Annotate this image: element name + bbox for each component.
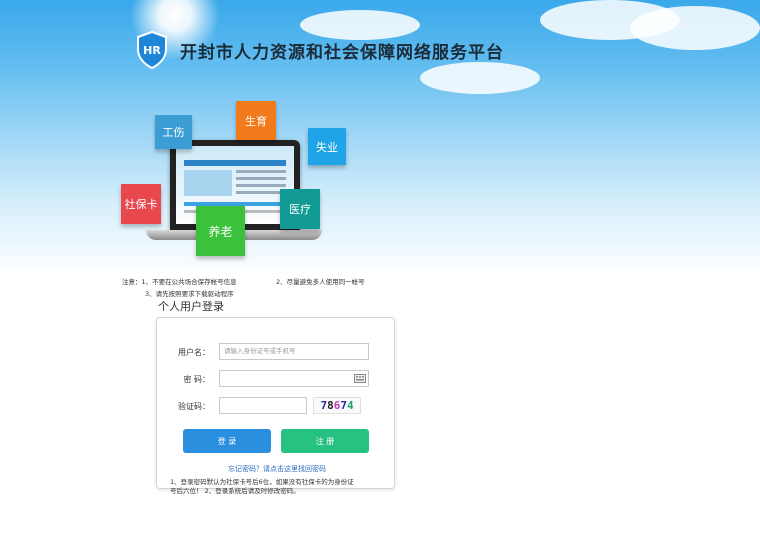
username-input[interactable]: 请输入身份证号或手机号	[219, 343, 369, 360]
captcha-char: 7	[340, 399, 347, 412]
login-tip-line-2: 号后六位！ 2、登录系统后请及时修改密码。	[170, 487, 300, 495]
forgot-password-link[interactable]: 忘记密码？请点击这里找回密码	[228, 464, 326, 474]
login-title: 个人用户登录	[158, 300, 224, 313]
captcha-label: 验证码：	[178, 402, 210, 411]
cloud	[420, 62, 540, 94]
tile-unemployment[interactable]: 失业	[308, 128, 346, 165]
tile-birth[interactable]: 生育	[236, 101, 276, 140]
tile-pension[interactable]: 养老	[196, 206, 245, 256]
tile-social-security-card[interactable]: 社保卡	[121, 184, 161, 224]
login-button[interactable]: 登 录	[183, 429, 271, 453]
tile-injury[interactable]: 工伤	[155, 115, 192, 149]
login-tip: 1、登录密码默认为社保卡号后6位，如果没有社保卡的为身份证 号后六位！ 2、登录…	[170, 478, 380, 496]
logo-text: HR	[143, 44, 161, 57]
username-label: 用户名：	[178, 348, 210, 357]
hr-shield-icon: HR	[137, 31, 167, 69]
cloud	[300, 10, 420, 40]
site-title: 开封市人力资源和社会保障网络服务平台	[180, 43, 504, 63]
notice-line-2: 2、尽量避免多人使用同一帐号	[276, 278, 365, 286]
login-tip-line-1: 1、登录密码默认为社保卡号后6位，如果没有社保卡的为身份证	[170, 478, 354, 486]
cloud	[630, 6, 760, 50]
captcha-input[interactable]	[219, 397, 307, 414]
tile-medical[interactable]: 医疗	[280, 189, 320, 229]
register-button[interactable]: 注 册	[281, 429, 369, 453]
password-input[interactable]	[219, 370, 369, 387]
password-label: 密 码：	[183, 375, 210, 384]
notice-line-1: 注意：1、不要在公共场合保存帐号信息	[122, 278, 237, 286]
captcha-image[interactable]: 78674	[313, 397, 361, 414]
captcha-char: 4	[346, 399, 354, 412]
notice-line-3: 3、请先按照要求下载驱动程序	[145, 290, 234, 298]
captcha-char: 8	[327, 399, 334, 412]
keyboard-icon[interactable]	[354, 374, 366, 383]
